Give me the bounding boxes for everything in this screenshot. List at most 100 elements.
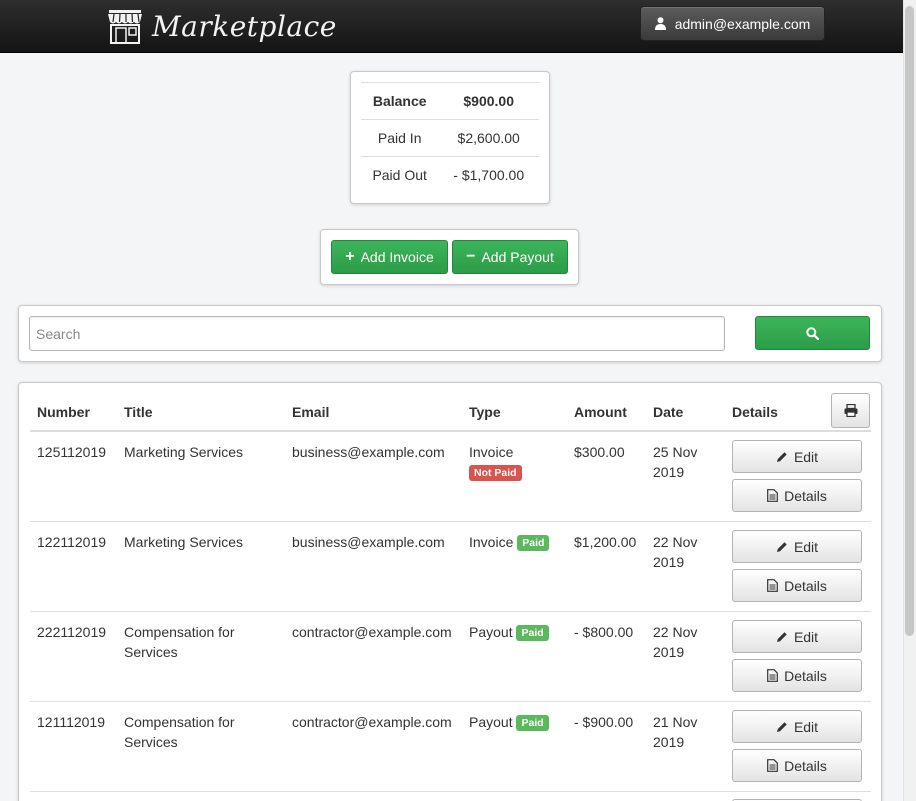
row-amount: $1,200.00: [574, 534, 637, 550]
edit-button[interactable]: Edit: [732, 530, 862, 563]
row-type-label: Invoice: [469, 444, 514, 460]
status-badge: Not Paid: [469, 465, 522, 481]
edit-button[interactable]: Edit: [732, 440, 862, 473]
edit-label: Edit: [793, 538, 819, 555]
row-type: Payout Paid: [469, 622, 569, 642]
balance-value: $900.00: [438, 82, 539, 120]
header-date: Date: [653, 404, 684, 420]
row-date: 21 Nov 2019: [653, 714, 698, 750]
storefront-icon: [108, 10, 142, 44]
scrollbar-thumb[interactable]: [905, 6, 914, 636]
row-number: 222112019: [37, 624, 107, 640]
search-input[interactable]: [29, 316, 725, 351]
row-email: business@example.com: [292, 534, 445, 550]
row-number: 121112019: [37, 714, 105, 730]
row-type: Payout Paid: [469, 712, 569, 732]
header-details: Details: [732, 404, 778, 420]
header-amount: Amount: [574, 404, 627, 420]
pencil-icon: [776, 631, 787, 642]
details-button[interactable]: Details: [732, 569, 862, 602]
details-label: Details: [784, 667, 827, 684]
header-number: Number: [37, 404, 90, 420]
header-title: Title: [124, 404, 153, 420]
print-button[interactable]: [831, 393, 870, 428]
balance-row: Balance $900.00: [361, 82, 539, 120]
brand-link[interactable]: Marketplace: [106, 6, 337, 46]
header-email: Email: [292, 404, 330, 420]
document-icon: [767, 489, 778, 502]
details-button[interactable]: Details: [732, 749, 862, 782]
pencil-icon: [776, 721, 787, 732]
row-title: Compensation for Services: [124, 624, 235, 660]
table-row: 122112019 Marketing Services business@ex…: [30, 522, 871, 612]
edit-label: Edit: [793, 628, 819, 645]
brand-name: Marketplace: [152, 9, 337, 43]
row-type: Invoice Not Paid: [469, 442, 559, 482]
row-amount: $300.00: [574, 444, 625, 460]
details-label: Details: [784, 757, 827, 774]
search-button[interactable]: [755, 316, 870, 350]
paid-in-label: Paid In: [361, 119, 439, 157]
row-email: contractor@example.com: [292, 624, 452, 640]
user-email: admin@example.com: [674, 15, 811, 32]
paid-in-value: $2,600.00: [438, 119, 539, 157]
top-navbar: Marketplace admin@example.com: [0, 0, 903, 53]
user-icon: [654, 17, 666, 30]
add-invoice-button[interactable]: + Add Invoice: [331, 240, 448, 274]
table-row: 121112019 Compensation for Services cont…: [30, 702, 871, 792]
document-icon: [767, 759, 778, 772]
paid-out-row: Paid Out - $1,700.00: [361, 157, 539, 194]
actions-panel: + Add Invoice − Add Payout: [320, 229, 579, 285]
row-type-label: Invoice: [469, 534, 514, 550]
row-amount: - $800.00: [574, 624, 634, 640]
status-badge: Paid: [516, 625, 549, 641]
user-menu-button[interactable]: admin@example.com: [640, 6, 825, 41]
status-badge: Paid: [517, 535, 550, 551]
details-button[interactable]: Details: [732, 479, 862, 512]
status-badge: Paid: [516, 715, 549, 731]
row-title: Marketing Services: [124, 444, 244, 460]
transactions-panel: Number Title Email Type Amount Date Deta…: [18, 382, 882, 801]
print-icon: [844, 404, 857, 417]
table-row: 222112019 Compensation for Services cont…: [30, 612, 871, 702]
row-amount: - $900.00: [574, 714, 634, 730]
paid-in-row: Paid In $2,600.00: [361, 119, 539, 157]
table-row: 125112019 Marketing Services business@ex…: [30, 432, 871, 522]
plus-icon: +: [345, 248, 355, 265]
row-number: 122112019: [37, 534, 107, 550]
add-payout-button[interactable]: − Add Payout: [452, 240, 568, 274]
row-title: Marketing Services: [124, 534, 244, 550]
row-email: business@example.com: [292, 444, 445, 460]
search-panel: [18, 305, 882, 362]
pencil-icon: [776, 541, 787, 552]
details-button[interactable]: Details: [732, 659, 862, 692]
details-label: Details: [784, 487, 827, 504]
row-date: 22 Nov 2019: [653, 534, 698, 570]
row-email: contractor@example.com: [292, 714, 452, 730]
document-icon: [767, 669, 778, 682]
balance-summary-panel: Balance $900.00 Paid In $2,600.00 Paid O…: [350, 71, 550, 204]
balance-label: Balance: [361, 82, 439, 120]
minus-icon: −: [466, 248, 476, 265]
pencil-icon: [776, 451, 787, 462]
header-type: Type: [469, 404, 501, 420]
details-label: Details: [784, 577, 827, 594]
row-type-label: Payout: [469, 624, 513, 640]
row-date: 25 Nov 2019: [653, 444, 698, 480]
edit-button[interactable]: Edit: [732, 710, 862, 743]
row-number: 125112019: [37, 444, 107, 460]
paid-out-label: Paid Out: [372, 167, 427, 184]
document-icon: [767, 579, 778, 592]
add-invoice-label: Add Invoice: [360, 249, 434, 265]
row-date: 22 Nov 2019: [653, 624, 698, 660]
row-type: Invoice Paid: [469, 532, 569, 552]
search-icon: [806, 326, 819, 340]
row-title: Compensation for Services: [124, 714, 235, 750]
add-payout-label: Add Payout: [481, 249, 554, 265]
edit-label: Edit: [793, 718, 819, 735]
edit-label: Edit: [793, 448, 819, 465]
edit-button[interactable]: Edit: [732, 620, 862, 653]
balance-table: Balance $900.00 Paid In $2,600.00 Paid O…: [361, 82, 539, 194]
paid-out-value: - $1,700.00: [453, 167, 525, 184]
row-type-label: Payout: [469, 714, 513, 730]
